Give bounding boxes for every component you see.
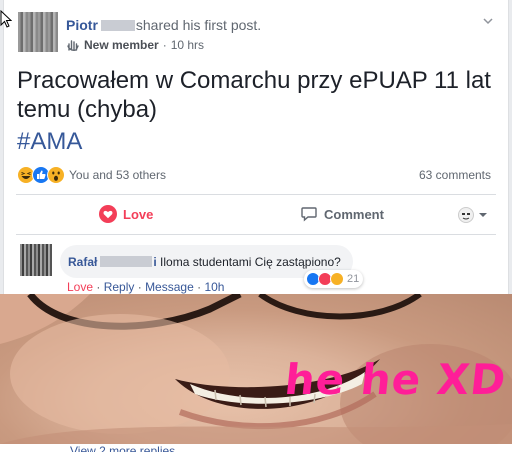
comment-reply-link[interactable]: Reply	[104, 280, 135, 294]
profile-mini-icon	[458, 207, 474, 223]
redacted-block	[100, 20, 135, 31]
post-header: Piotr shared his first post.	[66, 17, 261, 33]
redacted-block	[100, 256, 153, 267]
wow-icon	[47, 166, 65, 184]
commenter-name[interactable]: Rafał	[68, 255, 97, 269]
comment-love-link[interactable]: Love	[67, 280, 93, 294]
love-label: Love	[123, 206, 154, 222]
meta-separator: ·	[162, 38, 167, 52]
divider	[16, 194, 496, 195]
hashtag-link[interactable]: #AMA	[17, 128, 82, 156]
reaction-summary[interactable]: You and 53 others	[17, 166, 166, 184]
divider	[16, 234, 496, 235]
haha-icon	[330, 272, 344, 286]
comments-count[interactable]: 63 comments	[419, 168, 491, 182]
author-action: shared his first post.	[135, 17, 262, 33]
reactions-text[interactable]: You and 53 others	[69, 168, 166, 182]
commenter-avatar[interactable]	[20, 244, 52, 276]
comment-actions: Love · Reply · Message · 10h	[67, 280, 224, 294]
comment-label: Comment	[324, 206, 384, 222]
love-button[interactable]: Love	[99, 205, 153, 223]
comment-button[interactable]: Comment	[300, 205, 384, 223]
link-separator: ·	[193, 280, 205, 294]
meme-caption: he he XD	[282, 355, 509, 404]
comment-icon	[301, 207, 317, 222]
new-member-badge: New member	[84, 38, 159, 52]
post-meta: New member · 10 hrs	[66, 38, 204, 52]
post-text: Pracowałem w Comarchu przy ePUAP 11 lat …	[17, 67, 491, 123]
view-more-replies-link[interactable]: View 2 more replies	[70, 444, 175, 452]
post-time[interactable]: 10 hrs	[171, 38, 204, 52]
link-separator: ·	[93, 280, 104, 294]
author-avatar[interactable]	[18, 12, 58, 52]
new-member-icon	[67, 40, 79, 51]
comment-reaction-count: 21	[347, 273, 360, 285]
reaction-selector[interactable]	[458, 207, 488, 223]
comment-reactions[interactable]: 21	[304, 270, 364, 288]
cursor-icon	[0, 10, 12, 28]
link-separator: ·	[134, 280, 146, 294]
author-name[interactable]: Piotr	[66, 17, 98, 33]
caret-down-icon	[479, 213, 487, 217]
commenter-name-suffix[interactable]: i	[153, 255, 156, 269]
comment-text: Iloma studentami Cię zastąpiono?	[160, 255, 341, 269]
love-icon	[99, 205, 117, 223]
comment-time[interactable]: 10h	[204, 280, 224, 294]
comment-message-link[interactable]: Message	[145, 280, 194, 294]
chevron-down-icon[interactable]	[482, 15, 494, 27]
